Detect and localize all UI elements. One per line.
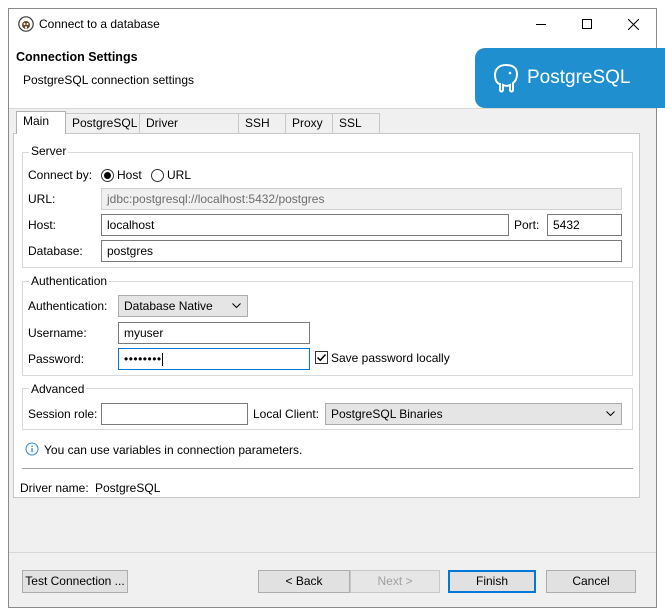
chevron-down-icon: [232, 303, 241, 309]
authentication-value: Database Native: [124, 299, 213, 313]
password-mask: ••••••••: [124, 352, 162, 366]
port-field[interactable]: 5432: [547, 214, 622, 236]
authentication-label: Authentication:: [28, 299, 108, 313]
host-field[interactable]: localhost: [101, 214, 509, 236]
dbeaver-app-icon: [18, 16, 34, 32]
dialog-header: Connection Settings PostgreSQL connectio…: [9, 39, 665, 109]
url-option-label[interactable]: URL: [167, 168, 191, 182]
window-title: Connect to a database: [39, 17, 160, 31]
info-icon: [25, 442, 39, 456]
local-client-value: PostgreSQL Binaries: [331, 407, 443, 421]
checkmark-icon: [316, 353, 327, 362]
tab-postgresql[interactable]: PostgreSQL: [65, 113, 140, 133]
tab-ssh[interactable]: SSH: [238, 113, 286, 133]
postgresql-logo: PostgreSQL: [475, 48, 665, 108]
minimize-button[interactable]: [518, 9, 564, 39]
main-tab-panel: Server Connect by: Host URL URL: jdbc:po…: [13, 133, 640, 498]
tab-main[interactable]: Main: [16, 111, 66, 134]
database-field[interactable]: postgres: [101, 240, 622, 262]
elephant-icon: [493, 63, 519, 93]
port-label: Port:: [514, 218, 540, 232]
finish-button[interactable]: Finish: [448, 570, 536, 593]
title-bar[interactable]: Connect to a database: [9, 9, 656, 39]
divider: [22, 468, 633, 469]
driver-name-value: PostgreSQL: [95, 481, 161, 495]
minimize-icon: [536, 24, 546, 25]
password-field[interactable]: ••••••••: [118, 348, 310, 370]
save-password-checkbox[interactable]: [315, 351, 328, 364]
url-label: URL:: [28, 192, 56, 206]
text-cursor: [161, 353, 163, 367]
footer-divider: [9, 552, 656, 553]
local-client-label: Local Client:: [253, 407, 320, 421]
back-button[interactable]: < Back: [258, 570, 350, 593]
advanced-legend: Advanced: [29, 382, 87, 396]
connect-dialog: Connect to a database Connection Setting…: [8, 8, 665, 608]
logo-text: PostgreSQL: [527, 67, 631, 88]
connect-by-label: Connect by:: [28, 168, 93, 182]
username-label: Username:: [28, 326, 87, 340]
url-field[interactable]: jdbc:postgresql://localhost:5432/postgre…: [101, 188, 622, 210]
close-button[interactable]: [610, 9, 656, 39]
test-connection-button[interactable]: Test Connection ...: [22, 570, 128, 593]
save-password-label[interactable]: Save password locally: [331, 351, 450, 365]
tab-proxy[interactable]: Proxy: [285, 113, 333, 133]
password-label: Password:: [28, 352, 85, 366]
authentication-legend: Authentication: [29, 274, 110, 288]
cancel-button[interactable]: Cancel: [546, 570, 636, 593]
username-field[interactable]: myuser: [118, 322, 310, 344]
url-radio[interactable]: [151, 169, 164, 182]
maximize-button[interactable]: [564, 9, 610, 39]
header-title: Connection Settings: [16, 50, 138, 64]
server-legend: Server: [29, 144, 69, 158]
header-subtitle: PostgreSQL connection settings: [23, 73, 194, 87]
host-radio[interactable]: [101, 169, 114, 182]
chevron-down-icon: [606, 411, 615, 417]
close-icon: [627, 18, 639, 30]
tab-ssl[interactable]: SSL: [332, 113, 380, 133]
local-client-select[interactable]: PostgreSQL Binaries: [325, 403, 622, 425]
driver-name-label: Driver name:: [20, 481, 89, 495]
info-text: You can use variables in connection para…: [44, 443, 303, 457]
database-label: Database:: [28, 244, 83, 258]
authentication-select[interactable]: Database Native: [118, 295, 248, 317]
host-label: Host:: [28, 218, 57, 232]
session-role-label: Session role:: [28, 407, 98, 421]
next-button[interactable]: Next >: [350, 570, 440, 593]
session-role-field[interactable]: [101, 403, 248, 425]
maximize-icon: [582, 19, 592, 29]
tab-driver-properties[interactable]: Driver properties: [139, 113, 239, 149]
host-option-label[interactable]: Host: [117, 168, 142, 182]
